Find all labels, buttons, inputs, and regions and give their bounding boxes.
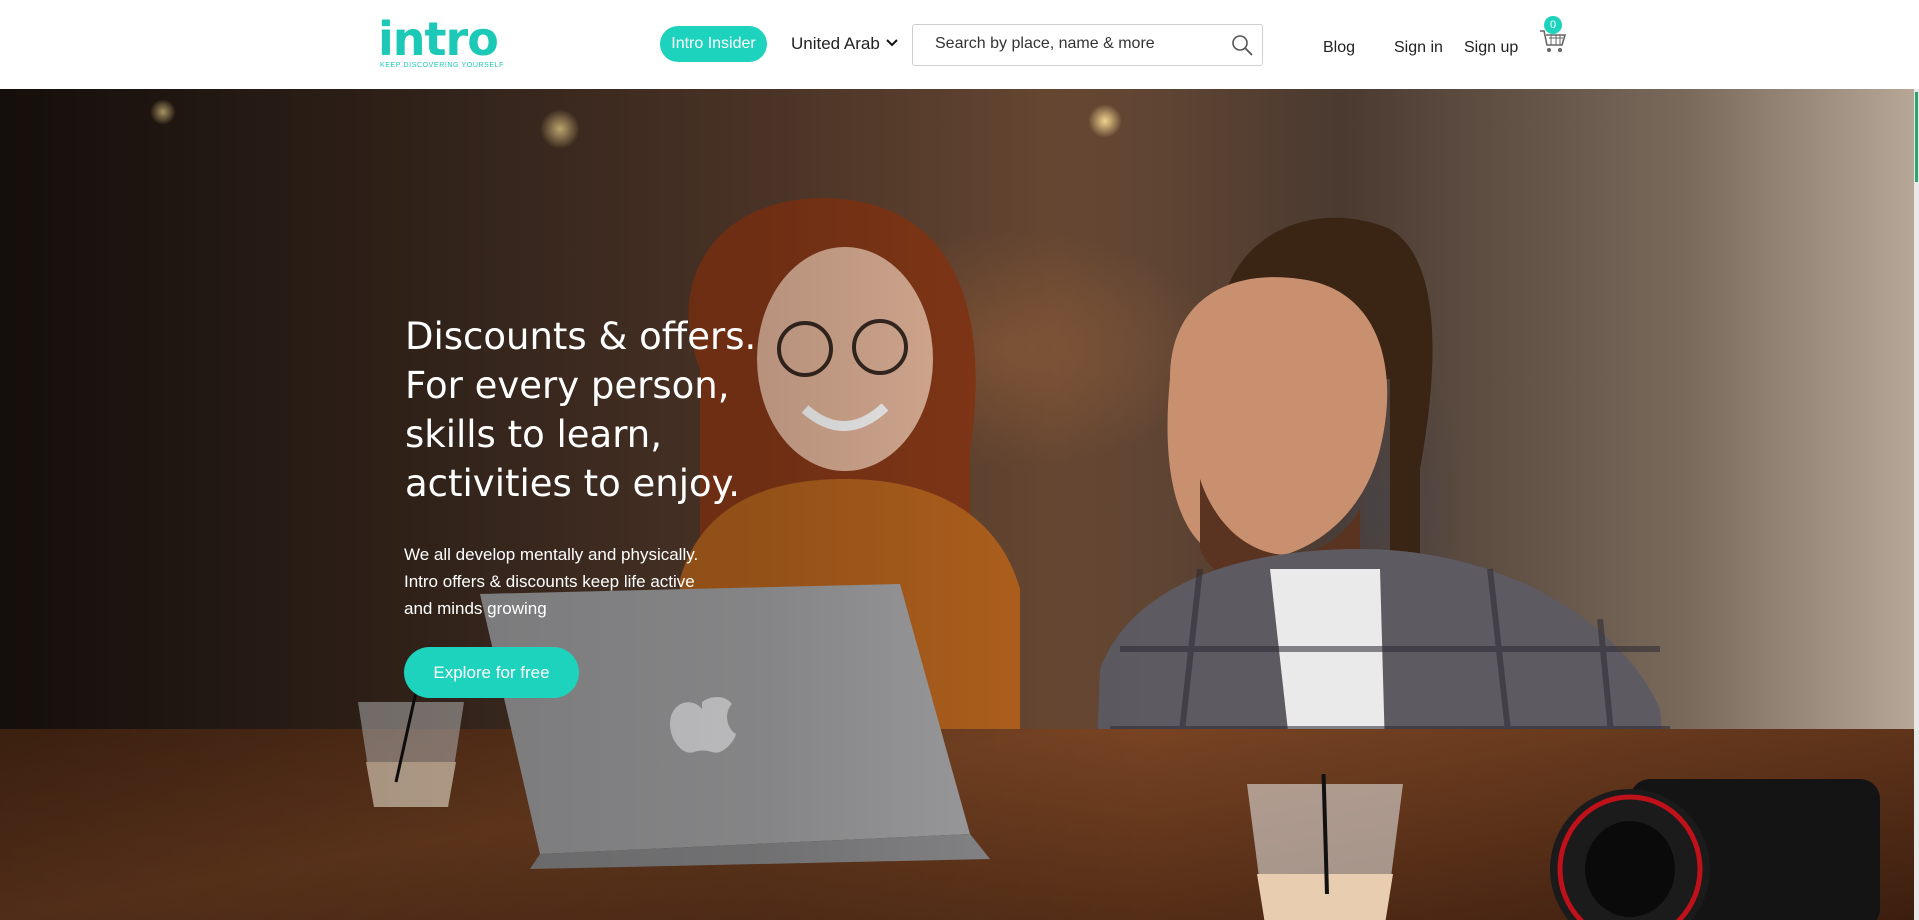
chevron-down-icon	[886, 39, 898, 47]
hero-description: We all develop mentally and physically. …	[404, 541, 744, 622]
page-scrollbar[interactable]	[1914, 89, 1919, 920]
background-light	[540, 109, 580, 149]
hero-headline-line: Discounts & offers.	[405, 315, 757, 358]
logo-tagline: KEEP DISCOVERING YOURSELF	[380, 62, 505, 69]
country-selected-value: United Arab Emirates	[791, 34, 883, 53]
hero-description-line: Intro offers & discounts keep life activ…	[404, 572, 695, 591]
sign-up-link[interactable]: Sign up	[1464, 38, 1518, 58]
logo-wordmark: intro	[378, 12, 499, 66]
hero-photo-cup	[1247, 774, 1403, 920]
hero-headline: Discounts & offers. For every person, sk…	[405, 312, 865, 508]
blog-link[interactable]: Blog	[1323, 38, 1355, 58]
hero-section: Discounts & offers. For every person, sk…	[0, 89, 1919, 920]
hero-headline-line: activities to enjoy.	[405, 462, 740, 505]
top-navbar: intro KEEP DISCOVERING YOURSELF Intro In…	[0, 0, 1919, 90]
intro-logo[interactable]: intro KEEP DISCOVERING YOURSELF	[378, 16, 508, 72]
hero-headline-line: skills to learn,	[405, 413, 662, 456]
background-light	[150, 99, 176, 125]
cart-icon	[1540, 30, 1567, 52]
intro-insider-button[interactable]: Intro Insider	[660, 26, 767, 62]
explore-for-free-button[interactable]: Explore for free	[404, 647, 579, 698]
cart-button[interactable]: 0	[1537, 16, 1567, 56]
hero-description-line: We all develop mentally and physically.	[404, 545, 699, 564]
search-box	[912, 24, 1263, 66]
hero-photo-laptop	[480, 584, 990, 869]
background-light	[1088, 104, 1122, 138]
sign-in-link[interactable]: Sign in	[1394, 38, 1443, 58]
hero-photo-camera	[1550, 779, 1880, 920]
hero-headline-line: For every person,	[405, 364, 730, 407]
search-input[interactable]	[935, 25, 1215, 63]
hero-photo-cup	[358, 692, 464, 807]
hero-description-line: and minds growing	[404, 599, 547, 618]
country-select[interactable]: United Arab Emirates	[791, 32, 899, 56]
search-icon[interactable]	[1230, 33, 1254, 57]
scrollbar-thumb[interactable]	[1915, 92, 1918, 182]
